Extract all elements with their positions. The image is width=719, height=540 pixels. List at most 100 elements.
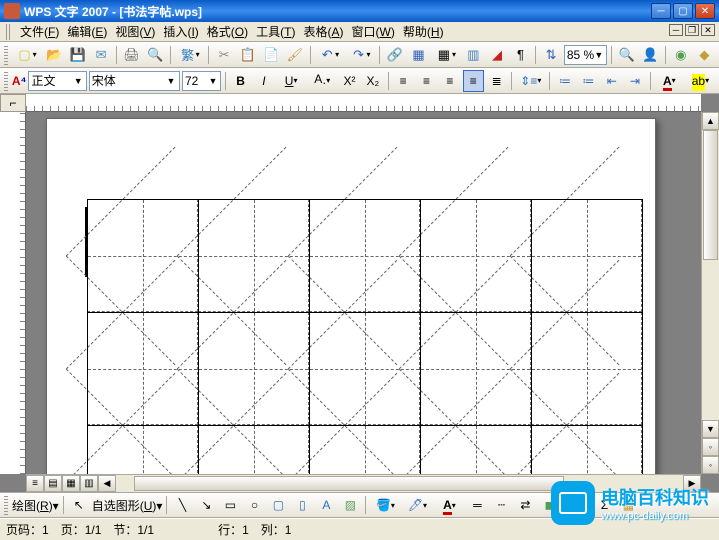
style-input[interactable]	[31, 74, 72, 88]
maximize-button[interactable]: ▢	[673, 3, 693, 19]
dropdown-icon[interactable]: ▼	[165, 76, 177, 86]
menu-help[interactable]: 帮助(H)	[399, 21, 448, 42]
3d-button[interactable]: ◧	[562, 494, 584, 516]
textbox-button[interactable]: ▢	[267, 494, 289, 516]
doc-close-button[interactable]: ✕	[701, 24, 715, 36]
menu-format[interactable]: 格式(O)	[203, 21, 252, 42]
align-center-button[interactable]: ≡	[416, 70, 437, 92]
spellcheck-button[interactable]: 繁▾	[175, 44, 204, 66]
print-button[interactable]: 🖨	[121, 44, 143, 66]
border-button[interactable]: ▦▾	[431, 44, 460, 66]
print-preview-button[interactable]: 🔍	[144, 44, 166, 66]
scroll-thumb-h[interactable]	[134, 476, 564, 491]
doc-minimize-button[interactable]: ─	[669, 24, 683, 36]
rectangle-button[interactable]: ▭	[219, 494, 241, 516]
columns-button[interactable]: ▥	[463, 44, 485, 66]
horizontal-ruler[interactable]	[26, 94, 701, 112]
line-spacing-button[interactable]: ⇕≡▾	[516, 70, 545, 92]
align-right-button[interactable]: ≡	[439, 70, 460, 92]
gallery-button[interactable]: ▦	[617, 494, 639, 516]
subscript-button[interactable]: X₂	[362, 70, 383, 92]
cut-button[interactable]: ✂	[213, 44, 235, 66]
normal-view-button[interactable]: ≡	[26, 475, 44, 492]
doc-restore-button[interactable]: ❐	[685, 24, 699, 36]
search-button[interactable]: 🔍	[616, 44, 638, 66]
shadow-button[interactable]: ◼	[538, 494, 560, 516]
vtextbox-button[interactable]: ▯	[291, 494, 313, 516]
scroll-left-button[interactable]: ◀	[98, 475, 116, 492]
font-input[interactable]	[92, 74, 165, 88]
new-button[interactable]: ▢▾	[12, 44, 41, 66]
ruler-corner[interactable]: ⌐	[0, 94, 26, 112]
help-button[interactable]: 👤	[639, 44, 661, 66]
numbering-button[interactable]: ≔	[554, 70, 575, 92]
style-combo[interactable]: ▼	[28, 71, 86, 91]
next-page-button[interactable]: ◦	[702, 456, 719, 474]
research-button[interactable]: ◉	[670, 44, 692, 66]
line-style-button[interactable]: ═	[466, 494, 488, 516]
page[interactable]: b2three 呀呀	[46, 118, 656, 474]
line-button[interactable]: ╲	[171, 494, 193, 516]
mail-button[interactable]: ✉	[90, 44, 112, 66]
format-painter-button[interactable]: 🖌	[284, 44, 306, 66]
bold-button[interactable]: B	[230, 70, 251, 92]
drawing-button[interactable]: ◢	[486, 44, 508, 66]
line-color-button[interactable]: 🖊▾	[402, 494, 432, 516]
dash-style-button[interactable]: ┄	[490, 494, 512, 516]
text-color-button[interactable]: A▾	[434, 494, 464, 516]
arrow-style-button[interactable]: ⇄	[514, 494, 536, 516]
distribute-button[interactable]: ≣	[486, 70, 507, 92]
wordart-button[interactable]: A	[315, 494, 337, 516]
scroll-up-button[interactable]: ▲	[702, 112, 719, 130]
italic-button[interactable]: I	[253, 70, 274, 92]
menu-view[interactable]: 视图(V)	[111, 21, 159, 42]
text-direction-button[interactable]: ⇅	[540, 44, 562, 66]
close-button[interactable]: ✕	[695, 3, 715, 19]
horizontal-scrollbar[interactable]: ≡ ▤ ▦ ▥ ◀ ▶	[26, 474, 701, 492]
paragraph-button[interactable]: ¶	[510, 44, 532, 66]
equation-button[interactable]: Σ	[593, 494, 615, 516]
menu-window[interactable]: 窗口(W)	[348, 21, 399, 42]
autoshape-menu[interactable]: 自选图形(U)▾	[92, 497, 163, 514]
vertical-ruler[interactable]	[0, 112, 26, 474]
open-button[interactable]: 📂	[43, 44, 65, 66]
menu-insert[interactable]: 插入(I)	[159, 21, 202, 42]
outline-view-button[interactable]: ▤	[44, 475, 62, 492]
font-size-combo[interactable]: ▼	[182, 71, 221, 91]
zoom-input[interactable]	[567, 48, 594, 62]
web-view-button[interactable]: ▥	[80, 475, 98, 492]
outdent-button[interactable]: ⇤	[601, 70, 622, 92]
highlight-button[interactable]: ab▾	[686, 70, 715, 92]
menu-file[interactable]: 文件(F)	[16, 21, 63, 42]
dropdown-icon[interactable]: ▼	[208, 76, 218, 86]
vertical-scrollbar[interactable]: ▲ ▼ ◦ ◦	[701, 112, 719, 474]
menu-tools[interactable]: 工具(T)	[252, 21, 299, 42]
picture-button[interactable]: ▨	[339, 494, 361, 516]
hyperlink-button[interactable]: 🔗	[384, 44, 406, 66]
align-justify-button[interactable]: ≡	[463, 70, 484, 92]
copy-button[interactable]: 📋	[237, 44, 259, 66]
menu-edit[interactable]: 编辑(E)	[63, 21, 111, 42]
menu-table[interactable]: 表格(A)	[300, 21, 348, 42]
paste-button[interactable]: 📄	[260, 44, 282, 66]
scroll-thumb[interactable]	[703, 130, 718, 260]
indent-button[interactable]: ⇥	[624, 70, 645, 92]
arrow-button[interactable]: ↘	[195, 494, 217, 516]
save-button[interactable]: 💾	[67, 44, 89, 66]
superscript-button[interactable]: X²	[339, 70, 360, 92]
redo-button[interactable]: ↷▾	[346, 44, 375, 66]
scroll-down-button[interactable]: ▼	[702, 420, 719, 438]
underline-button[interactable]: U▾	[277, 70, 306, 92]
scroll-right-button[interactable]: ▶	[683, 475, 701, 492]
font-color-button[interactable]: A▾	[655, 70, 684, 92]
table-button[interactable]: ▦	[408, 44, 430, 66]
oval-button[interactable]: ○	[243, 494, 265, 516]
dropdown-icon[interactable]: ▼	[73, 76, 84, 86]
font-combo[interactable]: ▼	[89, 71, 180, 91]
bullets-button[interactable]: ≔	[578, 70, 599, 92]
undo-button[interactable]: ↶▾	[314, 44, 343, 66]
page-view-button[interactable]: ▦	[62, 475, 80, 492]
size-input[interactable]	[185, 74, 208, 88]
prev-page-button[interactable]: ◦	[702, 438, 719, 456]
dropdown-icon[interactable]: ▼	[594, 50, 604, 60]
